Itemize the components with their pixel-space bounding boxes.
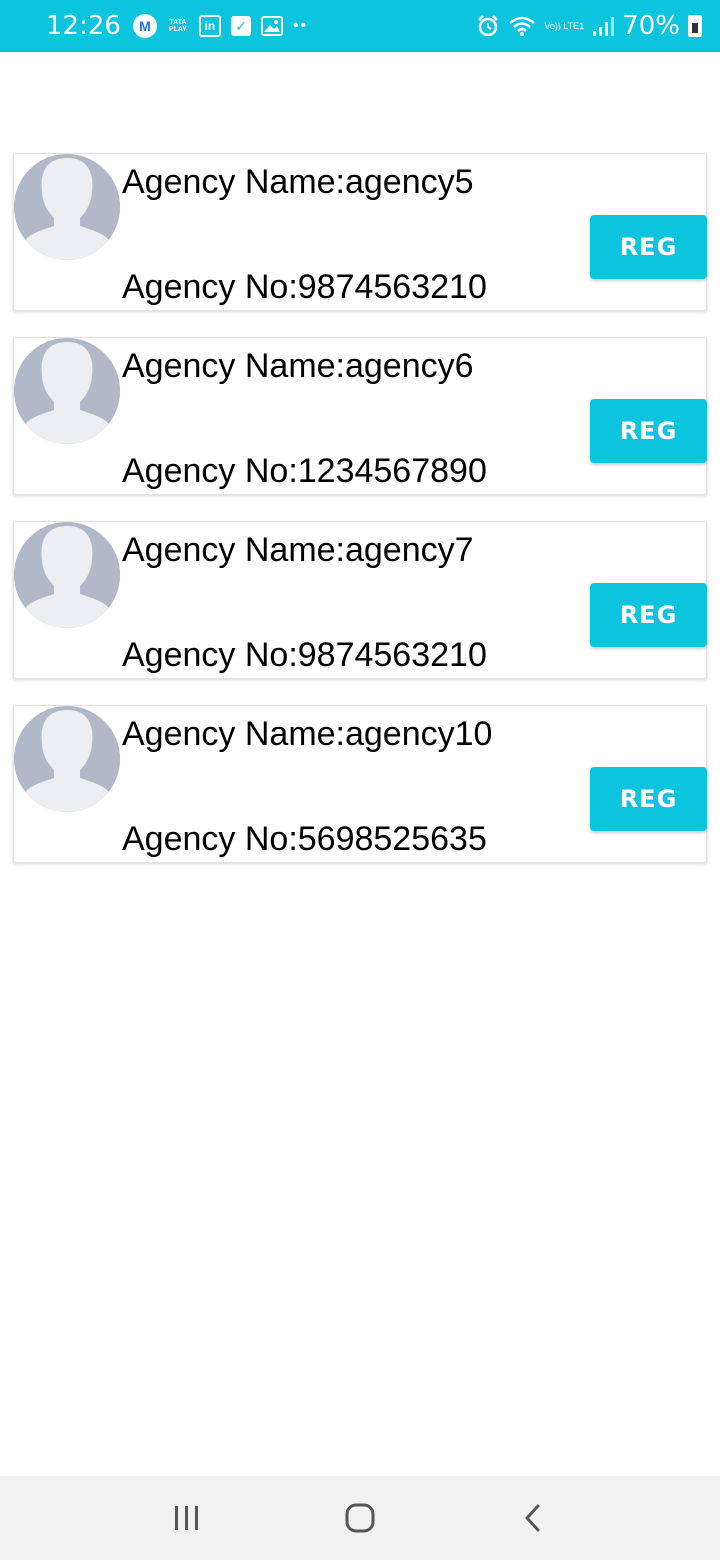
agency-card: Agency Name:agency10 Agency No:569852563…	[13, 705, 707, 863]
notification-icons: M TATA PLAY in ✓ ••	[132, 14, 309, 38]
linkedin-icon: in	[198, 15, 221, 37]
wifi-icon	[508, 15, 536, 37]
agency-name: Agency Name:agency5	[122, 163, 474, 201]
navigation-bar	[0, 1476, 720, 1560]
reg-button[interactable]: REG	[590, 583, 707, 647]
reg-button[interactable]: REG	[590, 215, 707, 279]
agency-card: Agency Name:agency5 Agency No:9874563210…	[13, 153, 707, 311]
home-icon[interactable]	[330, 1488, 390, 1548]
signal-icon	[592, 15, 615, 37]
status-bar: 12:26 M TATA PLAY in ✓ •• Vo)) LTE1 70%	[0, 0, 720, 52]
agency-card: Agency Name:agency6 Agency No:1234567890…	[13, 337, 707, 495]
more-dots-icon: ••	[292, 17, 309, 34]
avatar	[14, 154, 120, 260]
reg-button[interactable]: REG	[590, 767, 707, 831]
avatar	[14, 338, 120, 444]
avatar	[14, 522, 120, 628]
agency-number: Agency No:1234567890	[122, 452, 487, 490]
agency-list: Agency Name:agency5 Agency No:9874563210…	[13, 153, 707, 889]
alarm-icon	[476, 14, 500, 38]
battery-percent: 70%	[622, 11, 680, 41]
agency-number: Agency No:5698525635	[122, 820, 487, 858]
agency-name: Agency Name:agency10	[122, 715, 493, 753]
check-icon: ✓	[230, 16, 251, 36]
gallery-icon	[260, 16, 283, 36]
tata-play-icon: TATA PLAY	[168, 19, 187, 33]
agency-number: Agency No:9874563210	[122, 268, 487, 306]
reg-button[interactable]: REG	[590, 399, 707, 463]
agency-name: Agency Name:agency6	[122, 347, 474, 385]
system-icons: Vo)) LTE1 70%	[476, 11, 702, 41]
recent-apps-icon[interactable]	[157, 1488, 217, 1548]
avatar	[14, 706, 120, 812]
agency-card: Agency Name:agency7 Agency No:9874563210…	[13, 521, 707, 679]
status-time: 12:26	[46, 11, 121, 41]
volte-label: Vo)) LTE1	[544, 20, 585, 31]
agency-name: Agency Name:agency7	[122, 531, 474, 569]
battery-icon	[688, 15, 702, 37]
agency-number: Agency No:9874563210	[122, 636, 487, 674]
m-app-icon: M	[132, 14, 157, 38]
back-icon[interactable]	[503, 1488, 563, 1548]
